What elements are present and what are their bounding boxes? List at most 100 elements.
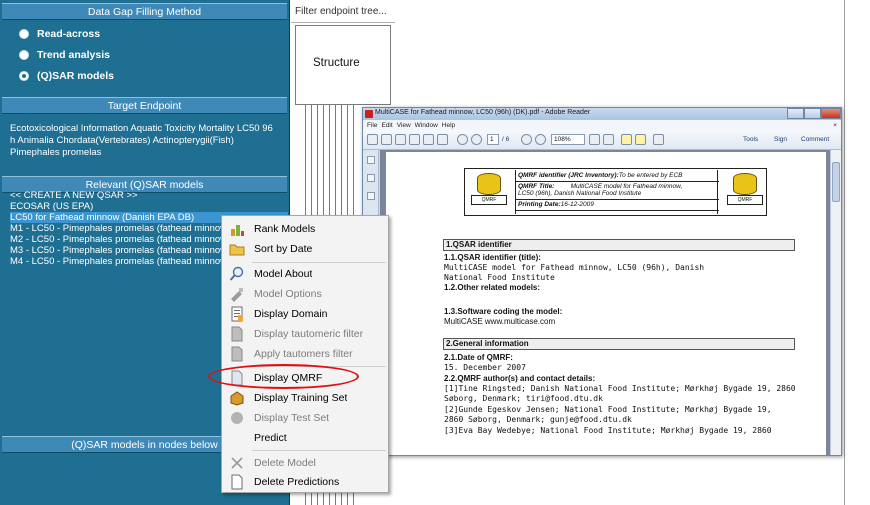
- close-button[interactable]: [821, 108, 841, 119]
- radio-label: (Q)SAR models: [37, 70, 115, 82]
- bookmarks-icon[interactable]: [367, 174, 375, 182]
- edit-icon[interactable]: [395, 134, 406, 145]
- pdf-page: QMRF QMRF identifier (JRC Inventory):To …: [386, 152, 826, 455]
- section-text: 15. December 2007: [444, 363, 526, 372]
- menu-item-display-test-set[interactable]: Display Test Set: [222, 408, 388, 428]
- page-thumbnails-icon[interactable]: [367, 156, 375, 164]
- qmrf-logo-icon: QMRF: [471, 173, 507, 207]
- minimize-button[interactable]: [787, 108, 804, 119]
- zoom-in-icon[interactable]: [535, 134, 546, 145]
- menu-item-display-training-set[interactable]: Display Training Set: [222, 388, 388, 408]
- menu-edit[interactable]: Edit: [381, 122, 392, 129]
- domain-icon: [229, 306, 245, 322]
- list-item[interactable]: ECOSAR (US EPA): [10, 201, 288, 212]
- radio-button-checked-icon[interactable]: [19, 71, 29, 81]
- filter-endpoint-input[interactable]: Filter endpoint tree...: [295, 4, 391, 19]
- reader-title-bar[interactable]: MultiCASE for Fathead minnow, LC50 (96h)…: [363, 108, 841, 120]
- divider: [516, 181, 719, 182]
- logo-label: QMRF: [471, 195, 507, 205]
- divider: [516, 210, 719, 211]
- section-title: 1.1.QSAR identifier (title):: [444, 253, 541, 262]
- fit-page-icon[interactable]: [589, 134, 600, 145]
- menu-view[interactable]: View: [397, 122, 411, 129]
- application-window: Data Gap Filling Method Read-across Tren…: [0, 0, 870, 505]
- radio-label: Trend analysis: [37, 49, 110, 61]
- scroll-thumb[interactable]: [832, 162, 840, 202]
- blank-icon: [229, 430, 245, 446]
- reader-scrollbar[interactable]: [830, 150, 841, 455]
- menu-item-apply-tautomers-filter[interactable]: Apply tautomers filter: [222, 344, 388, 364]
- adobe-reader-icon: [365, 110, 373, 118]
- next-page-icon[interactable]: [471, 134, 482, 145]
- section-text: MultiCASE www.multicase.com: [444, 317, 556, 326]
- qmrf-logo-icon: QMRF: [727, 173, 763, 207]
- divider: [844, 0, 845, 505]
- maximize-button[interactable]: [804, 108, 821, 119]
- fit-width-icon[interactable]: [603, 134, 614, 145]
- menu-item-delete-predictions[interactable]: Delete Predictions: [222, 472, 388, 492]
- create-icon[interactable]: [367, 134, 378, 145]
- divider: [252, 450, 386, 451]
- menu-item-display-tautomeric-filter[interactable]: Display tautomeric filter: [222, 324, 388, 344]
- document-icon: [229, 474, 245, 490]
- qmrf-header-table: QMRF QMRF identifier (JRC Inventory):To …: [464, 168, 767, 216]
- list-item[interactable]: << CREATE A NEW QSAR >>: [10, 190, 288, 201]
- tools-link[interactable]: Tools: [743, 136, 758, 143]
- endpoint-line: Ecotoxicological Information Aquatic Tox…: [10, 123, 273, 134]
- author-line: [1]Tine Ringsted; Danish National Food I…: [444, 384, 796, 393]
- section-text: National Food Institute: [444, 273, 555, 282]
- options-icon: [229, 286, 245, 302]
- zoom-select[interactable]: 108%: [551, 134, 585, 145]
- structure-label: Structure: [313, 57, 360, 69]
- comment-icon[interactable]: [621, 134, 632, 145]
- qmrf-header-fields: QMRF identifier (JRC Inventory):To be en…: [515, 170, 719, 214]
- section-heading: 1.QSAR identifier: [443, 239, 795, 251]
- radio-button-icon[interactable]: [19, 50, 29, 60]
- save-icon[interactable]: [409, 134, 420, 145]
- menu-item-predict[interactable]: Predict: [222, 428, 388, 448]
- menu-item-model-options[interactable]: Model Options: [222, 284, 388, 304]
- section-text: MultiCASE model for Fathead minnow, LC50…: [444, 263, 705, 272]
- menu-help[interactable]: Help: [442, 122, 455, 129]
- section-title: 1.2.Other related models:: [444, 283, 541, 292]
- sign-link[interactable]: Sign: [774, 136, 787, 143]
- reader-menu-bar: File Edit View Window Help ×: [363, 120, 841, 130]
- test-set-icon: [229, 410, 245, 426]
- printing-date: Printing Date:16-12-2009: [518, 201, 594, 208]
- section-title: 2.2.QMRF author(s) and contact details:: [444, 374, 596, 383]
- previous-page-icon[interactable]: [457, 134, 468, 145]
- attachments-icon[interactable]: [367, 192, 375, 200]
- menu-item-display-domain[interactable]: Display Domain: [222, 304, 388, 324]
- author-line: [3]Eva Bay Wedebye; National Food Instit…: [444, 426, 772, 435]
- radio-button-icon[interactable]: [19, 29, 29, 39]
- comment-link[interactable]: Comment: [801, 136, 829, 143]
- menu-window[interactable]: Window: [415, 122, 438, 129]
- logo-label: QMRF: [727, 195, 763, 205]
- reader-toolbar: 1 / 6 108% Tools Sign Comment: [363, 130, 841, 150]
- open-icon[interactable]: [381, 134, 392, 145]
- pdf-reader-window: MultiCASE for Fathead minnow, LC50 (96h)…: [362, 107, 842, 456]
- delete-icon: [229, 455, 245, 471]
- sign-icon[interactable]: [653, 134, 664, 145]
- close-document-icon[interactable]: ×: [833, 122, 837, 129]
- page-number-input[interactable]: 1: [487, 134, 499, 145]
- highlight-icon[interactable]: [635, 134, 646, 145]
- print-icon[interactable]: [423, 134, 434, 145]
- radio-read-across[interactable]: Read-across: [19, 26, 100, 42]
- menu-item-rank-models[interactable]: Rank Models: [222, 219, 388, 239]
- menu-item-sort-by-date[interactable]: Sort by Date: [222, 239, 388, 259]
- divider: [252, 262, 386, 263]
- email-icon[interactable]: [437, 134, 448, 145]
- menu-file[interactable]: File: [367, 122, 377, 129]
- zoom-out-icon[interactable]: [521, 134, 532, 145]
- folder-icon: [229, 241, 245, 257]
- radio-qsar-models[interactable]: (Q)SAR models: [19, 68, 114, 84]
- author-line: [2]Gunde Egeskov Jensen; National Food I…: [444, 405, 772, 414]
- radio-trend-analysis[interactable]: Trend analysis: [19, 47, 110, 63]
- annotation-highlight-ellipse: [208, 364, 359, 389]
- menu-item-delete-model[interactable]: Delete Model: [222, 453, 388, 473]
- endpoint-line: Pimephales promelas: [10, 147, 102, 158]
- training-set-icon: [229, 390, 245, 406]
- author-line: 2860 Søborg, Denmark; gunje@food.dtu.dk: [444, 415, 632, 424]
- menu-item-model-about[interactable]: Model About: [222, 264, 388, 284]
